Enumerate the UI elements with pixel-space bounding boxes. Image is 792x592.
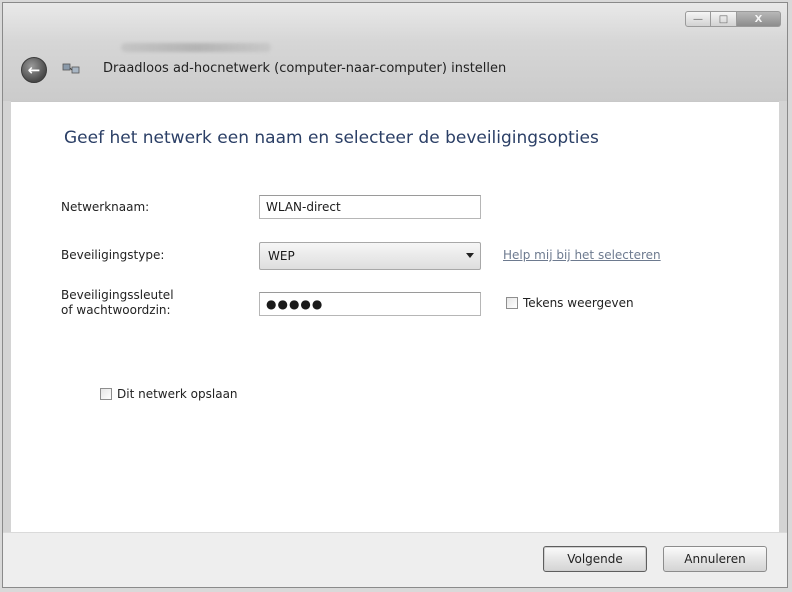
back-button[interactable]: ← <box>21 57 47 83</box>
back-arrow-icon: ← <box>27 61 41 79</box>
wizard-window: — □ X ← Draadloos ad-hocnetwerk (compute… <box>2 2 788 588</box>
network-name-input[interactable]: WLAN-direct <box>259 195 481 219</box>
save-network-label: Dit netwerk opslaan <box>117 387 238 401</box>
maximize-button[interactable]: □ <box>711 11 737 27</box>
show-characters-checkbox[interactable] <box>506 297 518 309</box>
network-wizard-icon <box>61 60 81 78</box>
window-controls: — □ X <box>685 11 781 29</box>
show-characters-label: Tekens weergeven <box>523 296 634 310</box>
security-key-label-line2: of wachtwoordzin: <box>61 303 171 317</box>
security-type-value: WEP <box>268 249 295 263</box>
security-key-label-line1: Beveiligingssleutel <box>61 288 174 302</box>
help-select-link[interactable]: Help mij bij het selecteren <box>503 248 661 262</box>
cancel-button[interactable]: Annuleren <box>663 546 767 572</box>
page-heading: Geef het netwerk een naam en selecteer d… <box>64 128 599 148</box>
network-name-label: Netwerknaam: <box>61 200 150 214</box>
title-bar: — □ X ← Draadloos ad-hocnetwerk (compute… <box>3 3 787 101</box>
blurred-window-caption <box>121 43 271 52</box>
security-key-input[interactable]: ●●●●● <box>259 292 481 316</box>
security-key-label: Beveiligingssleutel of wachtwoordzin: <box>61 288 174 318</box>
wizard-content: Geef het netwerk een naam en selecteer d… <box>11 101 779 536</box>
close-button[interactable]: X <box>737 11 781 27</box>
save-network-checkbox[interactable] <box>100 388 112 400</box>
minimize-button[interactable]: — <box>685 11 711 27</box>
wizard-title: Draadloos ad-hocnetwerk (computer-naar-c… <box>103 61 507 76</box>
security-type-select[interactable]: WEP <box>259 242 481 270</box>
security-type-label: Beveiligingstype: <box>61 248 165 262</box>
chevron-down-icon <box>466 253 474 258</box>
wizard-footer: Volgende Annuleren <box>3 532 787 587</box>
next-button[interactable]: Volgende <box>543 546 647 572</box>
